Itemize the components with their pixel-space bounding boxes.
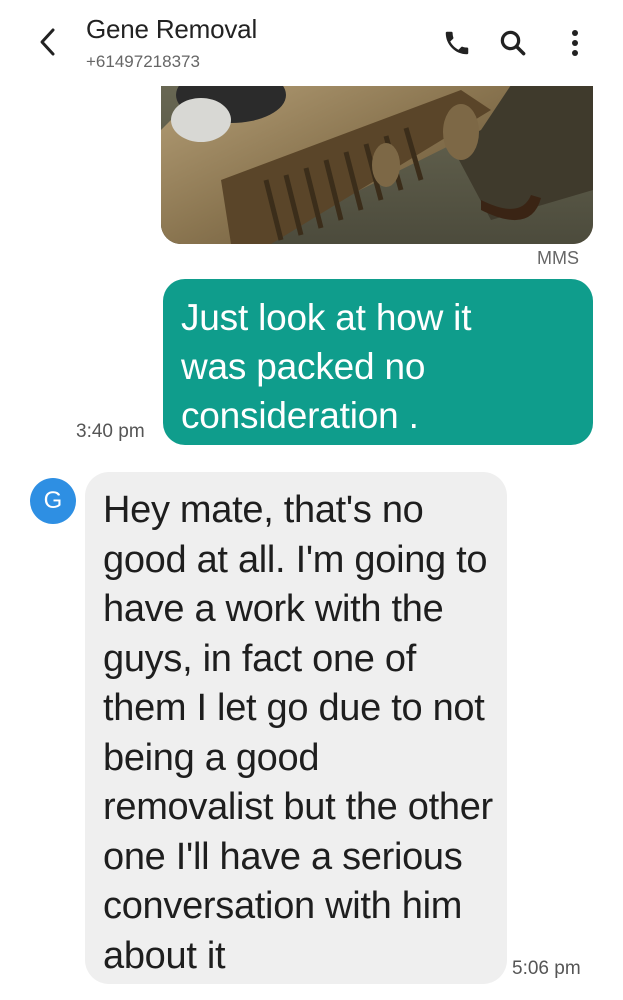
conversation-header: Gene Removal +61497218373 — [0, 0, 623, 86]
search-icon — [500, 30, 526, 56]
message-text: Hey mate, that's no good at all. I'm goi… — [103, 489, 493, 977]
avatar-initial: G — [43, 487, 63, 514]
chevron-left-icon — [40, 28, 55, 56]
message-timestamp: 3:40 pm — [76, 421, 145, 442]
back-button[interactable] — [30, 24, 66, 60]
sent-message-bubble[interactable]: Just look at how it was packed no consid… — [163, 279, 593, 445]
call-button[interactable] — [440, 26, 474, 60]
message-text: Just look at how it was packed no consid… — [181, 297, 472, 436]
contact-name[interactable]: Gene Removal — [86, 14, 257, 45]
mms-label: MMS — [537, 248, 579, 268]
phone-icon — [445, 31, 469, 55]
received-message-bubble[interactable]: Hey mate, that's no good at all. I'm goi… — [85, 472, 507, 984]
more-options-button[interactable] — [558, 26, 592, 60]
search-button[interactable] — [496, 26, 530, 60]
message-timestamp: 5:06 pm — [512, 958, 581, 979]
more-vert-icon — [572, 30, 578, 56]
mms-image[interactable] — [161, 70, 593, 244]
furniture-photo — [161, 70, 593, 244]
contact-avatar[interactable]: G — [30, 478, 76, 524]
contact-phone-number: +61497218373 — [86, 52, 200, 71]
